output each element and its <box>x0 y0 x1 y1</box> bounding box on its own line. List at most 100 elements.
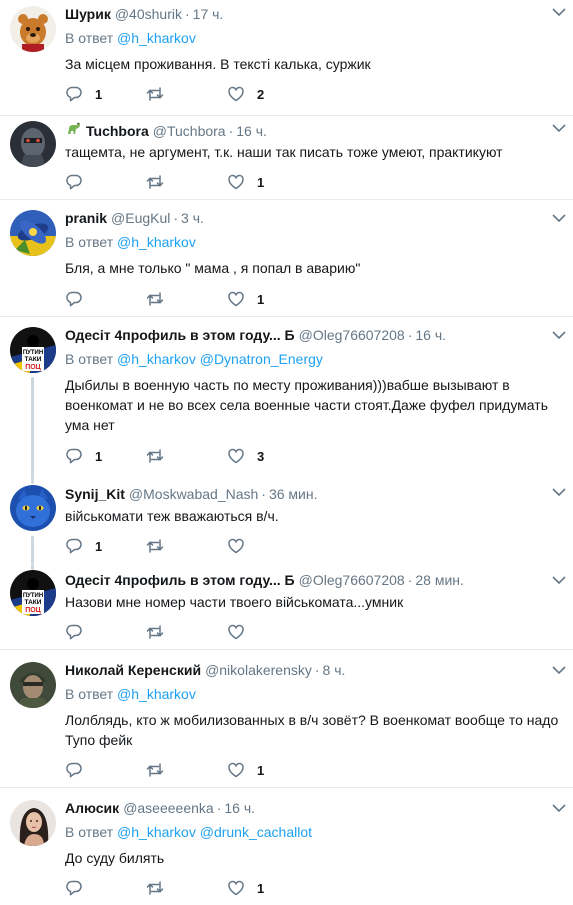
chevron-down-icon[interactable] <box>551 122 567 134</box>
mention-link[interactable]: @h_kharkov <box>117 234 196 250</box>
chevron-down-icon[interactable] <box>551 329 567 341</box>
chevron-down-icon[interactable] <box>551 486 567 498</box>
tweet[interactable]: Алюсик @aseeeeenka · 16 ч. В ответ @h_kh… <box>0 788 573 905</box>
avatar[interactable] <box>10 485 56 531</box>
timestamp[interactable]: 36 мин. <box>269 484 318 504</box>
reply-icon <box>66 174 82 190</box>
like-button[interactable]: 1 <box>227 172 308 192</box>
mention-link[interactable]: @h_kharkov <box>117 351 196 367</box>
like-button[interactable] <box>227 536 308 556</box>
mention-link[interactable]: @h_kharkov <box>117 824 196 840</box>
reply-button[interactable]: 1 <box>65 84 146 104</box>
tweet[interactable]: pranik @EugKul · 3 ч. В ответ @h_kharkov… <box>0 200 573 317</box>
display-name[interactable]: pranik <box>65 208 107 228</box>
avatar[interactable] <box>10 800 56 846</box>
reply-button[interactable] <box>65 760 146 780</box>
tweet[interactable]: Tuchbora @Tuchbora · 16 ч. тащемта, не а… <box>0 116 573 200</box>
display-name[interactable]: Одесіт 4профиль в этом году... Б <box>65 570 295 590</box>
like-button[interactable]: 3 <box>227 446 308 466</box>
heart-icon <box>228 538 244 554</box>
mention-link[interactable]: @h_kharkov <box>117 686 196 702</box>
retweet-icon <box>146 292 164 306</box>
tweet[interactable]: ПУТИН ТАКИ ПОЦ Одесіт 4профиль в этом го… <box>0 317 573 480</box>
chevron-down-icon[interactable] <box>551 212 567 224</box>
avatar[interactable] <box>10 210 56 256</box>
tweet-text: тащемта, не аргумент, т.к. наши так писа… <box>65 144 503 160</box>
timestamp[interactable]: 16 ч. <box>415 325 446 345</box>
tweet-text: Бля, а мне только " мама , я попал в ава… <box>65 260 361 276</box>
mention-link[interactable]: @drunk_cachallot <box>200 824 312 840</box>
reply-context: В ответ @h_kharkov @Dynatron_Energy <box>65 349 563 369</box>
reply-prefix: В ответ <box>65 30 114 46</box>
like-button[interactable] <box>227 622 308 642</box>
user-handle[interactable]: @Oleg76607208 <box>299 570 405 590</box>
reply-button[interactable] <box>65 289 146 309</box>
reply-button[interactable]: 1 <box>65 536 146 556</box>
display-name[interactable]: Tuchbora <box>86 121 149 141</box>
chevron-down-icon[interactable] <box>551 664 567 676</box>
retweet-button[interactable] <box>146 172 227 192</box>
retweet-button[interactable] <box>146 536 227 556</box>
timestamp[interactable]: 3 ч. <box>181 208 204 228</box>
display-name[interactable]: Одесіт 4профиль в этом году... Б <box>65 325 295 345</box>
user-handle[interactable]: @Tuchbora <box>153 121 226 141</box>
user-handle[interactable]: @40shurik <box>115 4 182 24</box>
like-button[interactable]: 2 <box>227 84 308 104</box>
avatar[interactable] <box>10 121 56 167</box>
reply-prefix: В ответ <box>65 351 114 367</box>
tweet[interactable]: Synij_Kit @Moskwabad_Nash · 36 мин. війс… <box>0 480 573 564</box>
reply-button[interactable]: 1 <box>65 446 146 466</box>
avatar-text: ТАКИ <box>25 356 42 363</box>
chevron-down-icon[interactable] <box>551 6 567 18</box>
retweet-icon <box>146 539 164 553</box>
tweet-actions: 1 3 <box>65 446 308 466</box>
tweet-actions: 1 <box>65 878 308 898</box>
avatar-text: ПОЦ <box>25 364 41 371</box>
timestamp[interactable]: 16 ч. <box>224 798 255 818</box>
user-handle[interactable]: @nikolakerensky <box>205 660 312 680</box>
timestamp[interactable]: 17 ч. <box>193 4 224 24</box>
tweet[interactable]: Шурик @40shurik · 17 ч. В ответ @h_khark… <box>0 0 573 116</box>
tweet-text: Дыбилы в военную часть по месту проживан… <box>65 377 548 433</box>
avatar[interactable] <box>10 662 56 708</box>
heart-icon <box>228 880 244 896</box>
avatar[interactable] <box>10 6 56 52</box>
like-button[interactable]: 1 <box>227 878 308 898</box>
heart-icon <box>228 174 244 190</box>
avatar[interactable]: ПУТИН ТАКИ ПОЦ <box>10 327 56 373</box>
mention-link[interactable]: @Dynatron_Energy <box>200 351 323 367</box>
chevron-down-icon[interactable] <box>551 802 567 814</box>
display-name[interactable]: Николай Керенский <box>65 660 201 680</box>
like-button[interactable]: 1 <box>227 760 308 780</box>
separator-dot: · <box>261 486 266 502</box>
user-handle[interactable]: @aseeeeenka <box>123 798 214 818</box>
reply-button[interactable] <box>65 622 146 642</box>
avatar[interactable]: ПУТИН ТАКИ ПОЦ <box>10 570 56 616</box>
chevron-down-icon[interactable] <box>551 574 567 586</box>
retweet-button[interactable] <box>146 878 227 898</box>
display-name[interactable]: Алюсик <box>65 798 119 818</box>
user-handle[interactable]: @EugKul <box>111 208 170 228</box>
separator-dot: · <box>228 123 234 139</box>
tweet[interactable]: Николай Керенский @nikolakerensky · 8 ч.… <box>0 650 573 788</box>
like-button[interactable]: 1 <box>227 289 308 309</box>
tweet[interactable]: ПУТИН ТАКИ ПОЦ Одесіт 4профиль в этом го… <box>0 564 573 650</box>
retweet-button[interactable] <box>146 84 227 104</box>
retweet-button[interactable] <box>146 760 227 780</box>
reply-button[interactable] <box>65 172 146 192</box>
retweet-button[interactable] <box>146 289 227 309</box>
display-name[interactable]: Synij_Kit <box>65 484 125 504</box>
tweet-text: Лолблядь, кто ж мобилизованных в в/ч зов… <box>65 712 559 748</box>
timestamp[interactable]: 8 ч. <box>323 660 346 680</box>
user-handle[interactable]: @Moskwabad_Nash <box>129 484 258 504</box>
timestamp[interactable]: 28 мин. <box>415 570 464 590</box>
retweet-button[interactable] <box>146 622 227 642</box>
tweet-actions: 1 2 <box>65 84 308 104</box>
user-handle[interactable]: @Oleg76607208 <box>299 325 405 345</box>
retweet-button[interactable] <box>146 446 227 466</box>
tweet-text: За місцем проживання. В тексті калька, с… <box>65 56 371 72</box>
display-name[interactable]: Шурик <box>65 4 111 24</box>
reply-button[interactable] <box>65 878 146 898</box>
timestamp[interactable]: 16 ч. <box>236 121 267 141</box>
mention-link[interactable]: @h_kharkov <box>117 30 196 46</box>
